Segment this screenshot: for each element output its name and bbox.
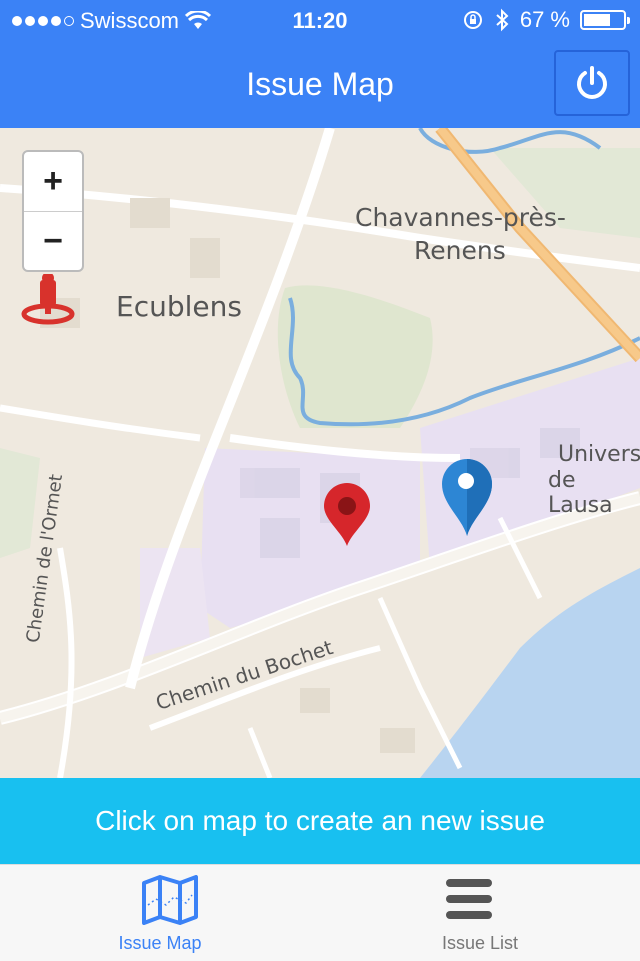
- tab-issue-map[interactable]: Issue Map: [0, 865, 320, 961]
- bluetooth-icon: [496, 8, 509, 32]
- zoom-out-button[interactable]: −: [24, 211, 82, 271]
- rotation-lock-icon: [463, 11, 482, 29]
- tab-issue-map-label: Issue Map: [118, 933, 202, 953]
- battery-percent: 67 %: [519, 7, 570, 32]
- list-icon: [446, 879, 492, 919]
- create-issue-hint: Click on map to create an new issue: [0, 778, 640, 864]
- tab-bar: Issue Map Issue List: [0, 864, 640, 961]
- logout-button[interactable]: [554, 50, 630, 116]
- zoom-in-button[interactable]: +: [24, 152, 82, 211]
- tab-issue-list-label: Issue List: [441, 933, 519, 953]
- zoom-control: + −: [22, 150, 84, 272]
- map-label-lausanne: de Lausa: [548, 468, 613, 518]
- map-label-renens: Renens: [414, 236, 506, 265]
- red-marker[interactable]: [322, 482, 372, 548]
- status-bar: Swisscom 11:20 67 %: [0, 0, 640, 40]
- power-icon: [577, 66, 607, 99]
- header: Issue Map: [0, 40, 640, 128]
- battery-icon: [580, 10, 630, 30]
- page-title: Issue Map: [246, 66, 394, 102]
- tab-issue-list[interactable]: Issue List: [320, 865, 640, 961]
- map-label-ecublens: Ecublens: [116, 290, 242, 323]
- map-icon: [142, 875, 198, 925]
- map-label-university: Univers: [558, 442, 640, 467]
- blue-marker[interactable]: [440, 456, 494, 538]
- issue-map[interactable]: Ecublens Chavannes-près- Renens Univers …: [0, 128, 640, 778]
- locate-pin-icon[interactable]: [20, 274, 80, 326]
- map-label-chavannes: Chavannes-près-: [355, 203, 566, 232]
